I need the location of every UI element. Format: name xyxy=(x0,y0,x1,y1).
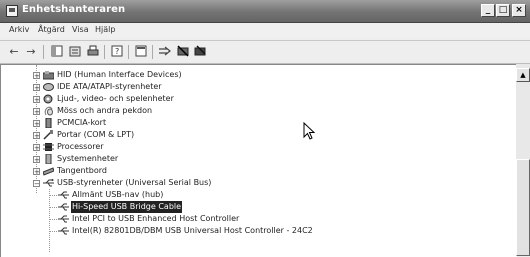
tree-item-usb-hub[interactable]: Allmänt USB-nav (hub) xyxy=(1,189,501,201)
forward-arrow-icon[interactable]: → xyxy=(24,45,38,58)
device-tree[interactable]: + HID (Human Interface Devices) + IDE AT… xyxy=(0,64,517,257)
menu-arkiv[interactable]: Arkiv xyxy=(9,25,29,34)
tree-item-label: Portar (COM & LPT) xyxy=(57,130,135,139)
vertical-scrollbar[interactable]: ▲ xyxy=(516,64,530,256)
expand-icon[interactable]: + xyxy=(33,132,40,140)
tree-item-usb[interactable]: − USB-styrenheter (Universal Serial Bus) xyxy=(1,177,501,189)
tree-item-label: Systemenheter xyxy=(57,154,119,163)
expand-icon[interactable]: + xyxy=(33,84,40,92)
tree-item-label: Tangentbord xyxy=(57,166,107,175)
close-button[interactable]: × xyxy=(512,4,526,17)
show-hide-tree-icon[interactable] xyxy=(50,45,64,58)
tree-item-label: Allmänt USB-nav (hub) xyxy=(72,190,164,199)
audio-icon xyxy=(43,94,54,104)
tree-connector xyxy=(49,195,57,196)
tree-connector xyxy=(49,219,57,220)
port-icon xyxy=(43,130,54,140)
tree-item-ports[interactable]: + Portar (COM & LPT) xyxy=(1,129,501,141)
tree-item-usb-bridge-cable[interactable]: Hi-Speed USB Bridge Cable xyxy=(1,201,501,213)
window-title: Enhetshanteraren xyxy=(22,4,126,15)
title-bar: Enhetshanteraren _ □ × xyxy=(0,0,530,23)
mouse-cursor-icon xyxy=(303,122,315,140)
toolbar: ← → ? xyxy=(0,40,530,64)
collapse-icon[interactable]: − xyxy=(33,180,40,188)
keyboard-icon xyxy=(42,166,55,176)
expand-icon[interactable]: + xyxy=(33,168,40,176)
tree-item-label: Möss och andra pekdon xyxy=(57,106,153,115)
device-manager-icon xyxy=(6,5,18,17)
back-arrow-icon[interactable]: ← xyxy=(7,45,21,58)
usb-icon xyxy=(58,226,69,236)
svg-text:?: ? xyxy=(115,47,119,56)
scan-hardware-icon[interactable] xyxy=(158,45,172,58)
help-icon[interactable]: ? xyxy=(110,45,124,58)
tree-item-label: HID (Human Interface Devices) xyxy=(57,70,182,79)
tree-item-processors[interactable]: + Processorer xyxy=(1,141,501,153)
tree-item-label-selected: Hi-Speed USB Bridge Cable xyxy=(71,201,183,213)
toolbar-separator xyxy=(128,45,129,59)
processor-icon xyxy=(43,142,54,152)
mouse-icon xyxy=(43,106,54,116)
tree-item-system[interactable]: + Systemenheter xyxy=(1,153,501,165)
tree-item-intel-universal[interactable]: Intel(R) 82801DB/DBM USB Universal Host … xyxy=(1,225,501,237)
properties-icon[interactable] xyxy=(68,45,82,58)
console-view-icon[interactable] xyxy=(134,45,148,58)
tree-connector xyxy=(49,207,57,208)
tree-item-pcmcia[interactable]: + PCMCIA-kort xyxy=(1,117,501,129)
expand-icon[interactable]: + xyxy=(33,96,40,104)
expand-icon[interactable]: + xyxy=(33,120,40,128)
tree-item-label: PCMCIA-kort xyxy=(57,118,107,127)
menu-hjalp[interactable]: Hjälp xyxy=(95,25,115,34)
scroll-thumb[interactable] xyxy=(516,159,530,256)
menu-bar: Arkiv Åtgärd Visa Hjälp xyxy=(0,23,530,38)
uninstall-device-icon[interactable] xyxy=(193,45,207,58)
tree-item-label: Ljud-, video- och spelenheter xyxy=(57,94,174,103)
expand-icon[interactable]: + xyxy=(33,108,40,116)
usb-icon xyxy=(58,190,69,200)
menu-atgard[interactable]: Åtgärd xyxy=(38,25,65,34)
toolbar-separator xyxy=(152,45,153,59)
tree-item-intel-enhanced[interactable]: Intel PCI to USB Enhanced Host Controlle… xyxy=(1,213,501,225)
usb-icon xyxy=(58,214,69,224)
tree-item-keyboard[interactable]: + Tangentbord xyxy=(1,165,501,177)
ide-icon xyxy=(43,82,54,92)
tree-connector xyxy=(49,231,57,232)
menu-visa[interactable]: Visa xyxy=(72,25,89,34)
expand-icon[interactable]: + xyxy=(33,156,40,164)
tree-item-mouse[interactable]: + Möss och andra pekdon xyxy=(1,105,501,117)
disable-device-icon[interactable] xyxy=(176,45,190,58)
hid-icon xyxy=(42,70,55,80)
tree-item-label: USB-styrenheter (Universal Serial Bus) xyxy=(57,178,212,187)
scroll-up-button[interactable]: ▲ xyxy=(516,68,530,82)
tree-item-label: Intel(R) 82801DB/DBM USB Universal Host … xyxy=(72,226,313,235)
tree-item-ide[interactable]: + IDE ATA/ATAPI-styrenheter xyxy=(1,81,501,93)
system-icon xyxy=(43,153,54,165)
usb-icon xyxy=(43,178,54,188)
tree-item-label: Intel PCI to USB Enhanced Host Controlle… xyxy=(72,214,240,223)
tree-item-label: IDE ATA/ATAPI-styrenheter xyxy=(57,82,162,91)
toolbar-separator xyxy=(43,45,44,59)
tree-item-label: Processorer xyxy=(57,142,104,151)
pcmcia-icon xyxy=(43,117,54,129)
toolbar-separator xyxy=(104,45,105,59)
expand-icon[interactable]: + xyxy=(33,144,40,152)
tree-item-hid[interactable]: + HID (Human Interface Devices) xyxy=(1,69,501,81)
minimize-button[interactable]: _ xyxy=(481,4,495,17)
tree-item-audio[interactable]: + Ljud-, video- och spelenheter xyxy=(1,93,501,105)
expand-icon[interactable]: + xyxy=(33,72,40,80)
maximize-button[interactable]: □ xyxy=(496,4,510,17)
print-icon[interactable] xyxy=(86,45,100,58)
usb-icon xyxy=(58,202,69,212)
